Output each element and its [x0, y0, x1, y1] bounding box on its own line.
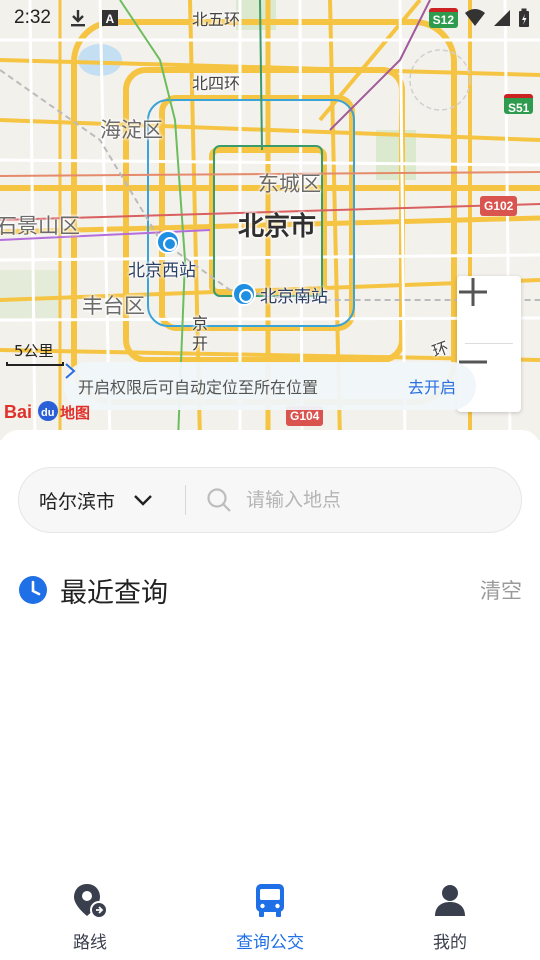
bottom-navigation: 路线 查询公交 我的 — [0, 870, 540, 960]
location-permission-banner[interactable]: 开启权限后可自动定位至所在位置 去开启 — [64, 362, 476, 410]
zoom-divider — [465, 343, 513, 344]
map-label-north4-ring: 北四环 — [192, 74, 241, 93]
location-permission-text: 开启权限后可自动定位至所在位置 — [78, 378, 319, 397]
scale-bar — [6, 362, 64, 366]
user-icon — [435, 885, 465, 916]
recent-queries-title: 最近查询 — [60, 577, 168, 609]
font-a-icon: A — [101, 10, 118, 26]
clear-history-button[interactable]: 清空 — [480, 575, 522, 605]
enable-location-link[interactable]: 去开启 — [408, 374, 456, 398]
status-highway-badge: S12 — [428, 8, 458, 28]
map-label-south-station: 北京南站 — [260, 287, 328, 307]
nav-item-profile[interactable]: 我的 — [360, 870, 540, 960]
map-label-jingkai-road: 京开 — [192, 314, 209, 353]
nav-item-route[interactable]: 路线 — [0, 870, 180, 960]
railway-station-icon — [156, 230, 180, 254]
svg-text:du: du — [41, 407, 54, 419]
map-label-city: 北京市 — [238, 212, 317, 242]
svg-text:A: A — [105, 12, 114, 26]
recent-queries-header: 最近查询 清空 — [18, 570, 522, 610]
wifi-icon — [465, 9, 485, 26]
download-icon — [70, 10, 85, 27]
nav-item-bus-query[interactable]: 查询公交 — [180, 870, 360, 960]
scale-label: 5公里 — [14, 342, 54, 360]
svg-text:地图: 地图 — [60, 404, 90, 422]
battery-icon — [519, 8, 529, 27]
map-label-haidian: 海淀区 — [100, 118, 163, 142]
search-field[interactable] — [186, 468, 521, 532]
map-label-dongcheng: 东城区 — [258, 172, 321, 196]
search-bar: 哈尔滨市 — [18, 467, 522, 533]
railway-station-icon — [232, 282, 256, 306]
city-name: 哈尔滨市 — [39, 490, 116, 513]
city-selector[interactable]: 哈尔滨市 — [19, 468, 185, 532]
app-screen: 北五环 北四环 海淀区 东城区 石景山区 北京市 丰台区 北京西站 北京南站 京… — [0, 0, 540, 960]
status-time: 2:32 — [14, 7, 51, 28]
chevron-down-icon — [134, 495, 152, 506]
plus-icon — [459, 278, 487, 306]
bus-icon — [256, 884, 284, 917]
signal-icon — [494, 10, 510, 26]
zoom-in-button[interactable] — [457, 276, 521, 342]
map-label-fengtai: 丰台区 — [82, 294, 145, 318]
chevron-right-icon — [65, 363, 76, 379]
route-pin-icon — [74, 884, 108, 919]
highway-badge-g102: G102 — [480, 196, 518, 216]
search-panel: 哈尔滨市 最近查询 清空 — [0, 430, 540, 870]
clock-icon — [19, 576, 47, 604]
map-label-shijingshan: 石景山区 — [0, 214, 80, 238]
highway-badge-s51: S51 — [504, 94, 534, 115]
search-input[interactable] — [246, 489, 476, 511]
svg-text:Bai: Bai — [4, 402, 32, 422]
map-view[interactable]: 北五环 北四环 海淀区 东城区 石景山区 北京市 丰台区 北京西站 北京南站 京… — [0, 0, 540, 440]
nav-label-profile: 我的 — [433, 933, 467, 953]
nav-label-route: 路线 — [73, 933, 107, 953]
baidu-logo-icon: Bai du 地图 — [4, 401, 90, 422]
search-icon — [207, 488, 231, 512]
nav-label-bus-query: 查询公交 — [236, 933, 304, 953]
status-bar: 2:32 A S12 — [0, 0, 540, 36]
map-label-west-station: 北京西站 — [128, 261, 196, 281]
